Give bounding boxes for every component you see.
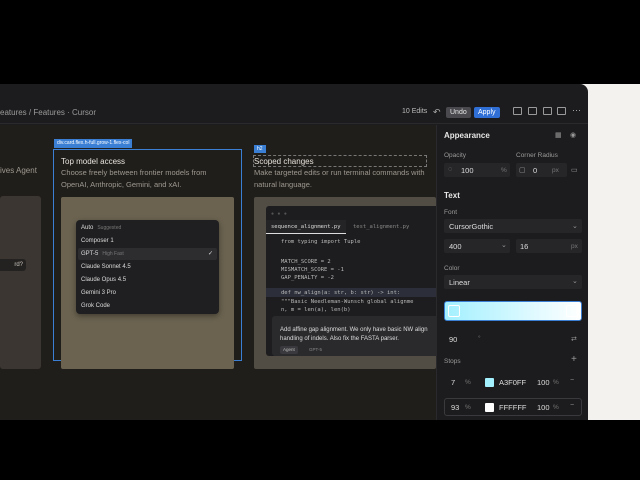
card-title-scoped-changes: Scoped changes (254, 157, 314, 166)
code-icon[interactable] (543, 107, 552, 115)
stop-color-swatch[interactable] (485, 403, 494, 412)
model-option[interactable]: Claude Opus 4.5 (81, 274, 126, 286)
agent-prompt: Add affine gap alignment. We only have b… (280, 327, 428, 342)
model-option[interactable]: Claude Sonnet 4.5 (81, 261, 131, 273)
stop-opacity[interactable]: 100 (537, 378, 550, 387)
model-option[interactable]: Composer 1 (81, 235, 114, 247)
gradient-stop-handle[interactable] (448, 305, 460, 317)
card-description: Choose freely between frontier models fr… (61, 168, 207, 189)
remove-stop-icon[interactable]: − (570, 402, 574, 409)
code-editor-mock: ● ● ● sequence_alignment.py test_alignme… (266, 206, 436, 356)
left-card-image: rd? (0, 196, 41, 369)
card-title-top-model-access: Top model access (61, 157, 126, 166)
chevron-down-icon: ⌄ (501, 242, 507, 249)
code-line: n, m = len(a), len(b) (281, 307, 351, 313)
check-icon: ✓ (207, 251, 213, 257)
gradient-angle-value[interactable]: 90 (449, 335, 457, 344)
stop-unit: % (465, 404, 471, 411)
code-line: MATCH_SCORE = 2 (281, 259, 331, 265)
selection-tag: div.card.flex.h-full.grow-1.flex-col (54, 139, 133, 148)
opacity-icon: ◌ (448, 166, 453, 173)
font-size-value: 16 (520, 242, 529, 251)
stop-opacity[interactable]: 100 (537, 403, 550, 412)
gradient-preview[interactable] (444, 301, 582, 321)
h2-tag: h2 (254, 145, 266, 153)
stop-hex[interactable]: FFFFFF (499, 403, 527, 412)
editor-tab: sequence_alignment.py (266, 220, 346, 234)
agent-mode-pill: Agent (280, 346, 298, 354)
stop-opacity-unit: % (553, 379, 559, 386)
add-stop-icon[interactable]: + (571, 354, 577, 365)
model-option[interactable]: Auto Suggested (81, 222, 121, 234)
agent-model-label: GPT-5 (309, 347, 323, 352)
model-option-selected[interactable]: GPT-5 High Fast ✓ (78, 248, 217, 260)
font-weight-value: 400 (449, 242, 462, 251)
code-line: def nw_align(a: str, b: str) -> int: (281, 290, 401, 296)
comment-icon[interactable] (513, 107, 522, 115)
code-line: """Basic Needleman-Wunsch global alignme (281, 299, 414, 305)
model-dropdown-menu: Auto Suggested Composer 1 GPT-5 High Fast ✓… (76, 220, 219, 314)
more-icon[interactable]: ⋯ (572, 105, 581, 116)
undo-icon[interactable]: ↶ (433, 107, 441, 118)
gradient-angle-unit: ° (478, 335, 481, 342)
breadcrumb[interactable]: eatures / Features · Cursor (0, 108, 96, 117)
screen-stage: eatures / Features · Cursor 10 Edits ↶ U… (0, 84, 640, 420)
chevron-down-icon: ⌄ (572, 278, 578, 285)
stops-label: Stops (444, 358, 461, 365)
apply-button[interactable]: Apply (474, 107, 500, 118)
font-value: CursorGothic (449, 222, 494, 231)
edits-count: 10 Edits (402, 108, 428, 115)
stop-position[interactable]: 93 (451, 403, 459, 412)
opacity-value: 100 (461, 166, 474, 175)
camera-icon[interactable] (528, 107, 537, 115)
eye-icon[interactable]: ◉ (570, 131, 576, 139)
stop-color-swatch[interactable] (485, 378, 494, 387)
chevron-down-icon: ⌄ (572, 223, 578, 230)
model-option[interactable]: Gemini 3 Pro (81, 287, 116, 299)
font-label: Font (444, 209, 458, 216)
editor-window: eatures / Features · Cursor 10 Edits ↶ U… (0, 84, 588, 420)
corner-radius-value: 0 (533, 166, 538, 175)
code-line: MISMATCH_SCORE = -1 (281, 267, 344, 273)
stop-unit: % (465, 379, 471, 386)
window-dots: ● ● ● (271, 211, 288, 217)
undo-button[interactable]: Undo (446, 107, 471, 118)
appearance-title: Appearance (444, 131, 490, 140)
top-toolbar: eatures / Features · Cursor 10 Edits ↶ U… (0, 102, 588, 124)
code-line: from typing import Tuple (281, 239, 361, 245)
stop-position[interactable]: 7 (451, 378, 455, 387)
corner-radius-label: Corner Radius (516, 152, 558, 159)
model-option[interactable]: Grok Code (81, 300, 110, 312)
opacity-unit: % (501, 167, 507, 174)
remove-stop-icon[interactable]: − (570, 377, 574, 384)
color-label: Color (444, 265, 460, 272)
left-card-title-fragment: ives Agent (0, 166, 37, 175)
editor-tab: test_alignment.py (353, 224, 410, 230)
stop-hex[interactable]: A3F0FF (499, 378, 526, 387)
swap-icon[interactable]: ⇄ (571, 335, 577, 343)
stop-opacity-unit: % (553, 404, 559, 411)
corners-toggle-icon[interactable]: ▭ (571, 166, 578, 174)
color-mode-value: Linear (449, 278, 470, 287)
card-description: Make targeted edits or run terminal comm… (254, 168, 425, 189)
panel-icon[interactable] (557, 107, 566, 115)
opacity-label: Opacity (444, 152, 467, 159)
gradient-stop-handle[interactable] (566, 305, 578, 317)
code-line: GAP_PENALTY = -2 (281, 275, 334, 281)
text-title: Text (444, 191, 460, 200)
corner-radius-unit: px (552, 167, 559, 174)
code-card-image: ● ● ● sequence_alignment.py test_alignme… (254, 197, 436, 369)
grid-icon[interactable]: ▦ (555, 131, 562, 139)
design-canvas: ives Agent rd? div.card.flex.h-full.grow… (0, 125, 436, 420)
font-size-unit: px (571, 243, 578, 250)
corner-radius-icon: ▢ (519, 167, 526, 174)
left-card-pill: rd? (0, 259, 26, 271)
properties-panel: Appearance ▦ ◉ Opacity Corner Radius ◌ 1… (436, 125, 588, 420)
